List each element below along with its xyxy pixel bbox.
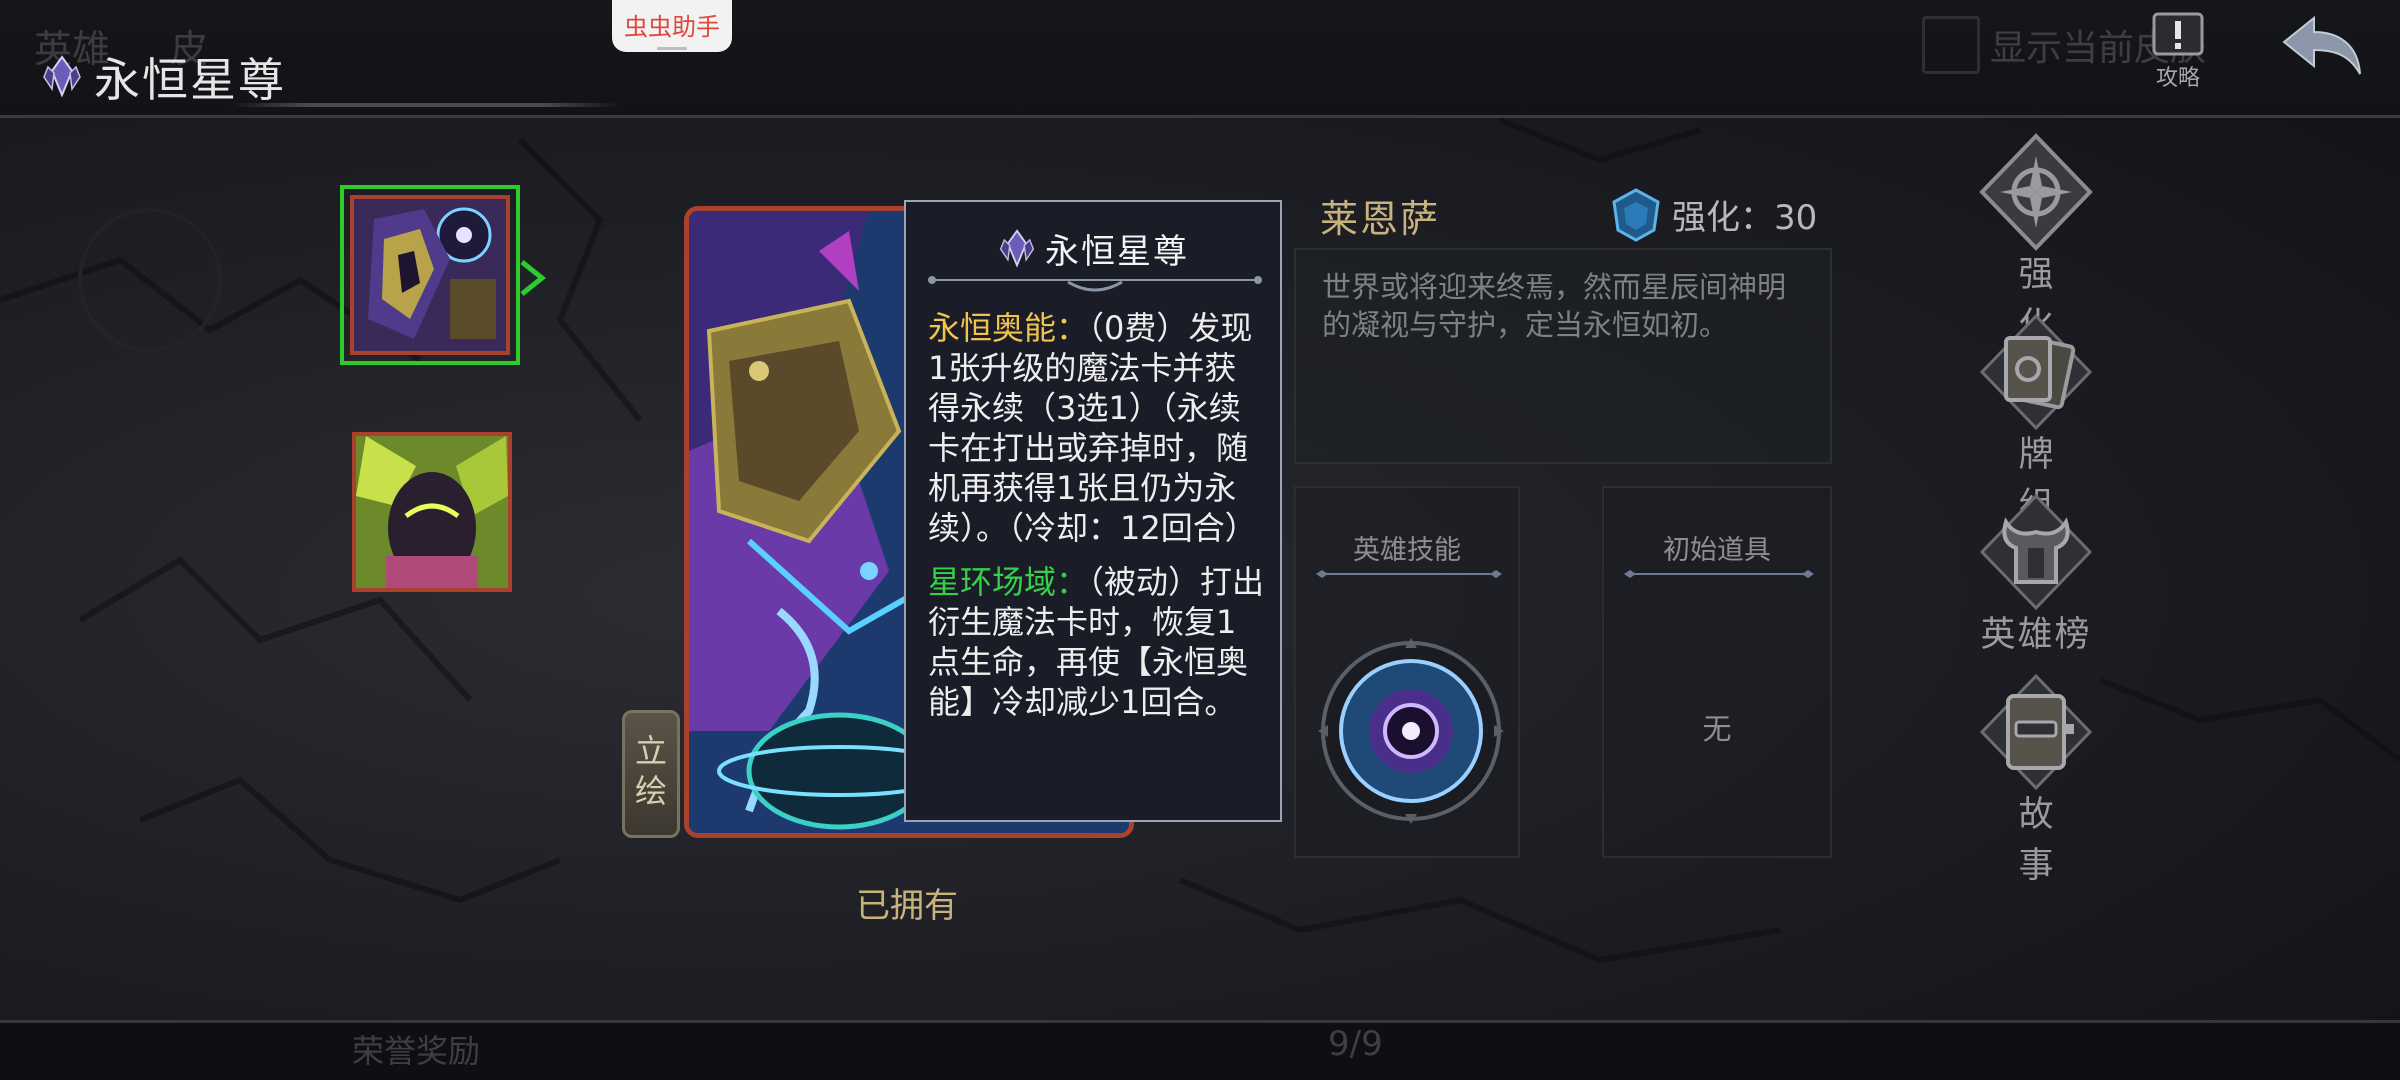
skill-2-description: 星环场域：（被动）打出衍生魔法卡时，恢复1点生命，再使【永恒奥能】冷却减少1回合… <box>928 562 1268 722</box>
back-arrow-icon[interactable] <box>2276 12 2366 82</box>
starting-item-panel: 初始道具 无 <box>1602 486 1832 858</box>
enhance-compass-icon <box>1979 133 2093 251</box>
enhance-level: 强化：30 <box>1608 186 1817 242</box>
guide-button[interactable]: 攻略 <box>2148 10 2208 91</box>
page-indicator: 9/9 <box>1328 1024 1383 1064</box>
panel-divider <box>1624 570 1814 578</box>
hero-skill-title: 英雄技能 <box>1353 535 1461 566</box>
hero-skill-panel[interactable]: 英雄技能 <box>1294 486 1520 858</box>
starting-item-none: 无 <box>1702 712 1732 746</box>
skill-tooltip: 永恒星尊 永恒奥能：（0费）发现1张升级的魔法卡并获得永续（3选1）（永续卡在打… <box>904 200 1282 822</box>
selected-indicator-arrow-icon <box>520 260 547 296</box>
show-skin-checkbox[interactable] <box>1922 16 1980 74</box>
page-title-group: 永恒星尊 <box>40 44 286 110</box>
hero-description: 世界或将迎来终焉，然而星辰间神明的凝视与守护，定当永恒如初。 <box>1322 270 1787 342</box>
story-book-icon <box>1979 673 2093 791</box>
assistant-label: 虫虫助手 <box>624 13 720 41</box>
menu-leaderboard-label: 英雄榜 <box>1980 615 2092 655</box>
tooltip-body: 永恒奥能：（0费）发现1张升级的魔法卡并获得永续（3选1）（永续卡在打出或弃掉时… <box>928 308 1268 736</box>
honor-reward-button[interactable]: 荣誉奖励 <box>352 1026 480 1072</box>
hero-skin-portrait-selected[interactable] <box>340 185 520 365</box>
assistant-floating-tab[interactable]: 虫虫助手 <box>612 0 732 52</box>
page-title: 永恒星尊 <box>94 53 286 107</box>
hero-description-box: 世界或将迎来终焉，然而星辰间神明的凝视与守护，定当永恒如初。 <box>1294 248 1832 464</box>
tooltip-divider <box>928 276 1262 292</box>
hero-skin-portrait[interactable] <box>352 432 512 592</box>
helmet-leaderboard-icon <box>1979 493 2093 611</box>
menu-story-label: 故事 <box>2018 795 2074 886</box>
assistant-handle <box>657 47 687 50</box>
tooltip-header: 永恒星尊 <box>906 224 1280 273</box>
menu-story-button[interactable]: 故事 <box>1976 672 2096 888</box>
hero-skill-orb-icon[interactable] <box>1318 638 1504 824</box>
skill-1-description: 永恒奥能：（0费）发现1张升级的魔法卡并获得永续（3选1）（永续卡在打出或弃掉时… <box>928 308 1268 548</box>
deck-cards-icon <box>1979 313 2093 431</box>
crystal-crest-icon <box>43 55 81 98</box>
hero-portrait-image <box>356 436 508 588</box>
enhance-label: 强化：30 <box>1672 197 1818 238</box>
owned-status: 已拥有 <box>856 886 958 926</box>
hero-portrait-image <box>354 199 506 351</box>
enhance-badge-icon <box>1612 188 1660 242</box>
skill-1-name: 永恒奥能： <box>928 309 1089 347</box>
hero-name: 莱恩萨 <box>1320 197 1441 241</box>
title-divider <box>230 103 620 107</box>
guide-label: 攻略 <box>2155 66 2200 91</box>
starting-item-title: 初始道具 <box>1663 535 1771 566</box>
skill-2-name: 星环场域： <box>928 563 1089 601</box>
tooltip-title: 永恒星尊 <box>1045 232 1189 272</box>
guide-book-icon <box>2152 12 2204 56</box>
panel-divider <box>1316 570 1502 578</box>
illustration-button[interactable]: 立绘 <box>622 710 680 838</box>
menu-leaderboard-button[interactable]: 英雄榜 <box>1976 492 2096 657</box>
crystal-crest-icon <box>999 228 1035 268</box>
top-bar: 英雄 皮 永恒星尊 显示当前皮肤 攻略 <box>0 0 2400 118</box>
